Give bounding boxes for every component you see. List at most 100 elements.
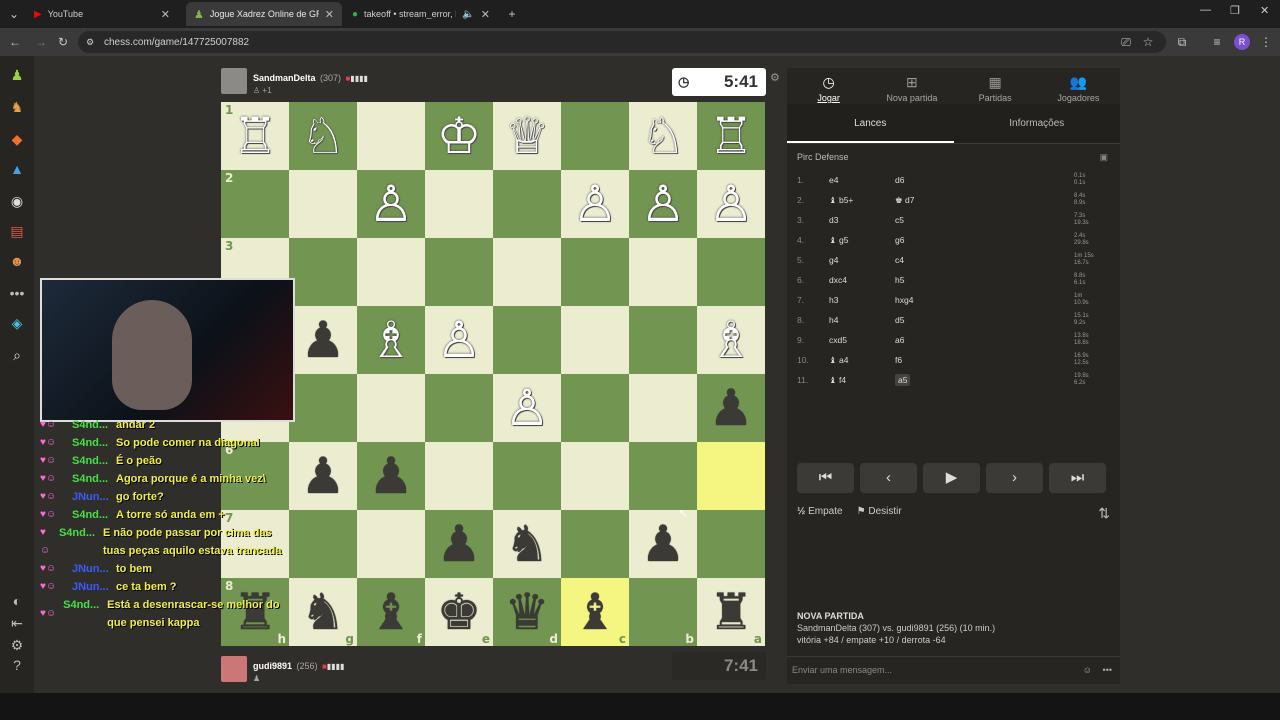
chess-piece[interactable]: ♙ — [505, 383, 550, 433]
white-move[interactable]: ♝ f4 — [829, 375, 895, 386]
chess-piece[interactable]: ♟ — [437, 519, 482, 569]
tab-jogadores[interactable]: 👥 Jogadores — [1037, 68, 1120, 104]
board-square[interactable] — [561, 510, 629, 578]
board-square[interactable] — [629, 238, 697, 306]
tab-informacoes[interactable]: Informações — [954, 104, 1121, 143]
board-square[interactable]: ♙ — [561, 170, 629, 238]
black-move[interactable]: c4 — [895, 255, 955, 265]
last-move-button[interactable]: ⏭ — [1049, 463, 1106, 493]
board-square[interactable]: ♟ — [289, 306, 357, 374]
tab-partidas[interactable]: ▦ Partidas — [954, 68, 1037, 104]
search-icon[interactable]: ⌕ — [8, 346, 26, 364]
close-icon[interactable]: ✕ — [481, 8, 490, 21]
tab-chess[interactable]: ♟ Jogue Xadrez Online de GRAÇA ✕ — [186, 2, 342, 26]
board-square[interactable] — [425, 442, 493, 510]
board-square[interactable] — [561, 374, 629, 442]
chess-piece[interactable]: ♞ — [505, 519, 550, 569]
chess-piece[interactable]: ♘ — [301, 111, 346, 161]
lessons-icon[interactable]: ▲ — [8, 160, 26, 178]
chess-piece[interactable]: ♞ — [301, 587, 346, 637]
first-move-button[interactable]: ⏮ — [797, 463, 854, 493]
emoji-icon[interactable]: ☺ — [1083, 657, 1092, 683]
black-move[interactable]: a5 — [895, 374, 955, 386]
white-move[interactable]: ♝ g5 — [829, 235, 895, 246]
board-square[interactable]: a ♜ — [697, 578, 765, 646]
chess-piece[interactable]: ♟ — [709, 383, 754, 433]
help-icon[interactable]: ? — [8, 656, 26, 674]
board-square[interactable]: e ♚ — [425, 578, 493, 646]
site-info-icon[interactable]: ⚙ — [86, 37, 94, 48]
white-move[interactable]: ♝ a4 — [829, 355, 895, 366]
black-move[interactable]: d5 — [895, 315, 955, 325]
board-square[interactable]: ♔ — [425, 102, 493, 170]
white-move[interactable]: dxc4 — [829, 275, 895, 285]
board-square[interactable] — [493, 306, 561, 374]
board-square[interactable] — [697, 442, 765, 510]
board-square[interactable] — [289, 170, 357, 238]
close-icon[interactable]: ✕ — [325, 8, 334, 21]
chess-piece[interactable]: ♝ — [369, 587, 414, 637]
extensions-icon[interactable]: ⧉ — [1174, 34, 1190, 50]
board-square[interactable] — [561, 306, 629, 374]
opening-name[interactable]: Pirc Defense — [797, 152, 849, 162]
black-move[interactable]: h5 — [895, 275, 955, 285]
maximize-button[interactable]: ❐ — [1230, 4, 1240, 17]
board-square[interactable] — [425, 238, 493, 306]
board-square[interactable] — [425, 374, 493, 442]
board-square[interactable]: ♗ — [357, 306, 425, 374]
board-square[interactable] — [697, 238, 765, 306]
url-input[interactable]: ⚙ chess.com/game/147725007882 — [78, 31, 1166, 53]
next-move-button[interactable]: › — [986, 463, 1043, 493]
board-square[interactable] — [629, 442, 697, 510]
chess-piece[interactable]: ♝ — [573, 587, 618, 637]
board-square[interactable] — [561, 102, 629, 170]
board-square[interactable]: c ♝ — [561, 578, 629, 646]
white-move[interactable]: ♝ b5+ — [829, 195, 895, 206]
settings-icon[interactable]: ⚙ — [8, 636, 26, 654]
board-square[interactable]: ♞ — [493, 510, 561, 578]
player-name[interactable]: gudi9891 — [253, 661, 292, 671]
board-square[interactable] — [493, 238, 561, 306]
bookmark-star-icon[interactable]: ☆ — [1140, 34, 1156, 50]
board-square[interactable]: 2 — [221, 170, 289, 238]
chess-piece[interactable]: ♙ — [369, 179, 414, 229]
book-icon[interactable]: ▣ — [1099, 144, 1108, 170]
chess-piece[interactable]: ♛ — [505, 587, 550, 637]
white-move[interactable]: cxd5 — [829, 335, 895, 345]
profile-avatar[interactable]: R — [1234, 34, 1250, 50]
chess-piece[interactable]: ♜ — [709, 587, 754, 637]
board-square[interactable]: ♙ — [425, 306, 493, 374]
back-icon[interactable]: ← — [7, 34, 23, 50]
board-square[interactable] — [357, 374, 425, 442]
play-button[interactable]: ▶ — [923, 463, 980, 493]
board-square[interactable]: ♙ — [493, 374, 561, 442]
tab-spotify[interactable]: ● takeoff • stream_error, Lofi 🔈 ✕ — [344, 2, 498, 26]
player-name[interactable]: SandmanDelta — [253, 73, 316, 83]
chess-piece[interactable]: ♙ — [573, 179, 618, 229]
board-square[interactable] — [493, 170, 561, 238]
speaker-icon[interactable]: 🔈 — [462, 9, 474, 20]
board-square[interactable] — [357, 238, 425, 306]
board-square[interactable]: 1 ♖ — [221, 102, 289, 170]
install-icon[interactable]: ⎚ — [1118, 34, 1134, 50]
tab-youtube[interactable]: ▶ YouTube ✕ — [26, 2, 178, 26]
chess-piece[interactable]: ♖ — [709, 111, 754, 161]
menu-icon[interactable]: ⋮ — [1258, 34, 1274, 50]
reload-icon[interactable]: ↻ — [55, 34, 71, 50]
prev-move-button[interactable]: ‹ — [860, 463, 917, 493]
board-square[interactable] — [289, 374, 357, 442]
board-square[interactable] — [289, 238, 357, 306]
board-square[interactable] — [357, 510, 425, 578]
board-square[interactable] — [425, 170, 493, 238]
board-square[interactable] — [629, 306, 697, 374]
chess-piece[interactable]: ♚ — [437, 587, 482, 637]
black-move[interactable]: c5 — [895, 215, 955, 225]
flip-board-icon[interactable]: ⇅ — [1098, 505, 1110, 522]
tab-list-icon[interactable]: ⌄ — [6, 6, 22, 22]
theme-icon[interactable]: ◐ — [8, 592, 26, 610]
black-move[interactable]: ♚ d7 — [895, 195, 955, 206]
board-square[interactable] — [493, 442, 561, 510]
board-square[interactable]: f ♝ — [357, 578, 425, 646]
chess-piece[interactable]: ♙ — [641, 179, 686, 229]
white-move[interactable]: d3 — [829, 215, 895, 225]
